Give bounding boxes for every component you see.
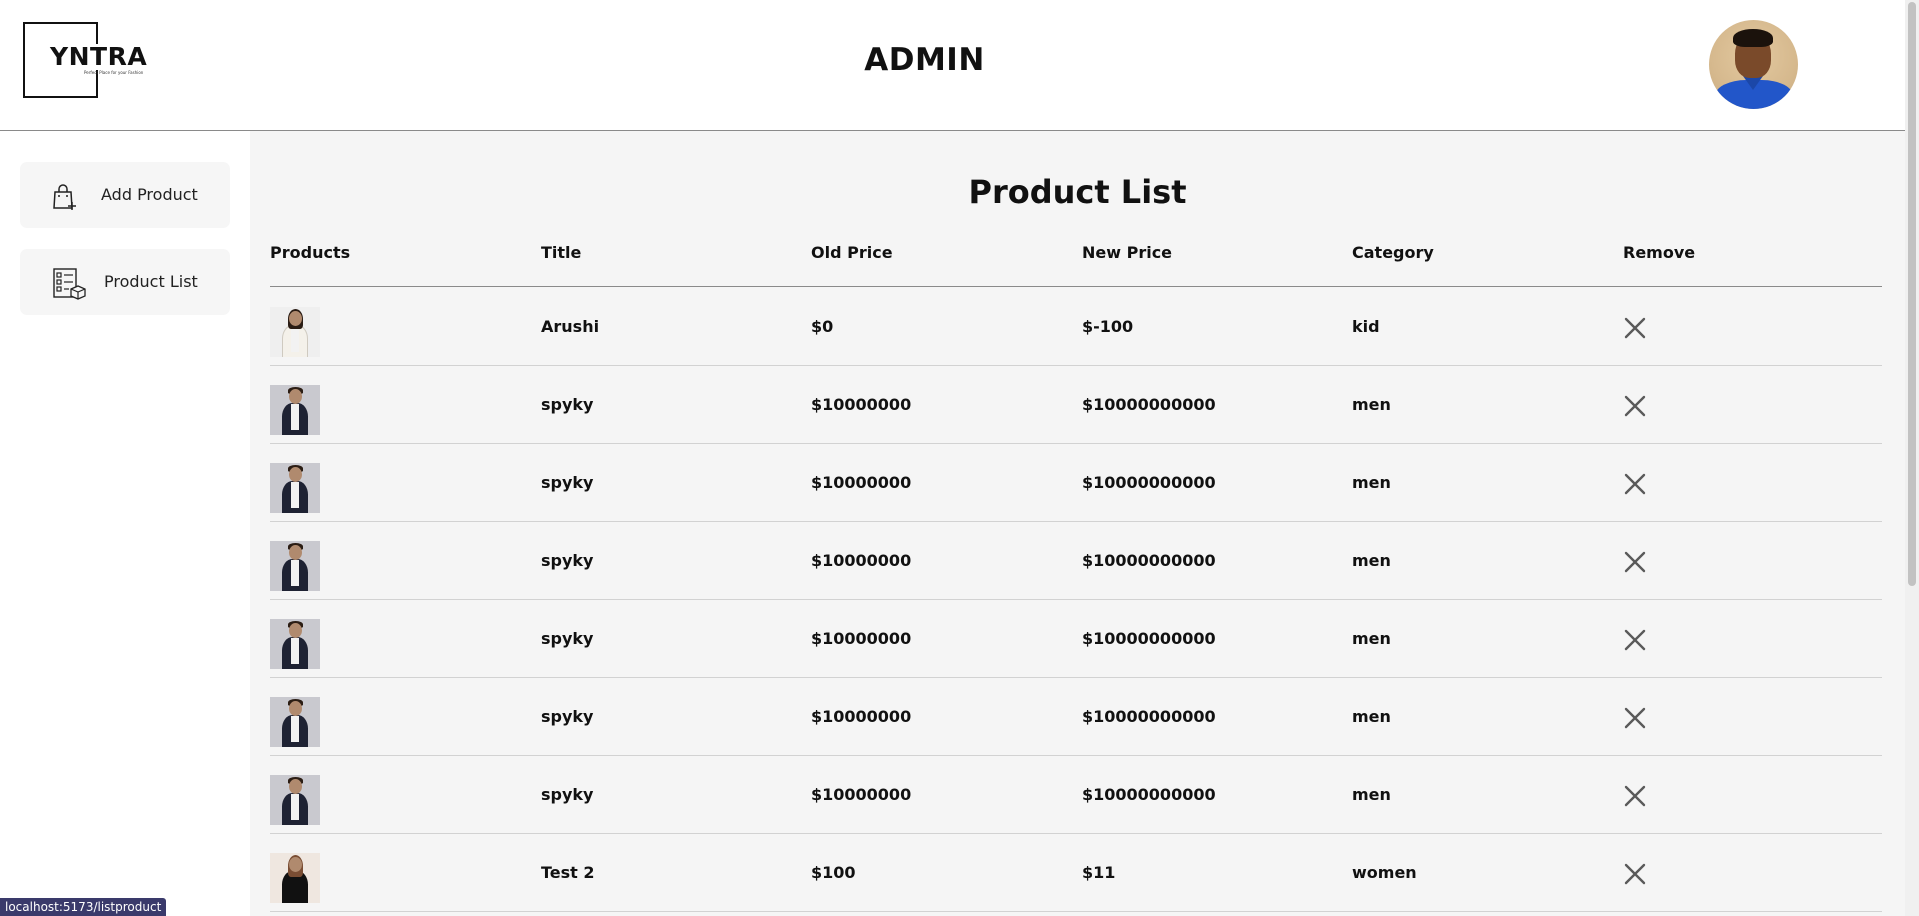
table-row: spyky $10000000 $10000000000 men [270, 756, 1882, 834]
product-category: men [1352, 707, 1391, 726]
product-new-price: $10000000000 [1082, 629, 1216, 648]
product-thumbnail [270, 853, 320, 903]
table-row: Arushi $0 $-100 kid [270, 288, 1882, 366]
table-header: Products Title Old Price New Price Categ… [270, 243, 1882, 287]
column-header-products: Products [270, 243, 351, 262]
product-list-icon [52, 267, 86, 305]
admin-page: YNTRA Perfect Place for your Fashion ADM… [0, 0, 1919, 916]
remove-icon[interactable] [1624, 317, 1646, 339]
product-thumbnail [270, 463, 320, 513]
product-title: spyky [541, 707, 594, 726]
remove-icon[interactable] [1624, 785, 1646, 807]
product-old-price: $10000000 [811, 785, 912, 804]
product-category: men [1352, 785, 1391, 804]
product-old-price: $10000000 [811, 707, 912, 726]
thumbnail-figure-head [289, 701, 302, 716]
thumbnail-figure-shirt [291, 794, 299, 820]
shopping-bag-add-icon [52, 183, 78, 215]
product-new-price: $10000000000 [1082, 551, 1216, 570]
thumbnail-figure-shirt [291, 560, 299, 586]
product-category: kid [1352, 317, 1380, 336]
column-header-title: Title [541, 243, 582, 262]
product-new-price: $10000000000 [1082, 785, 1216, 804]
top-navbar: YNTRA Perfect Place for your Fashion ADM… [0, 0, 1905, 131]
product-old-price: $0 [811, 317, 834, 336]
product-thumbnail [270, 619, 320, 669]
product-old-price: $100 [811, 863, 856, 882]
product-thumbnail [270, 541, 320, 591]
product-new-price: $10000000000 [1082, 473, 1216, 492]
product-thumbnail [270, 385, 320, 435]
product-title: spyky [541, 551, 594, 570]
product-title: Arushi [541, 317, 600, 336]
thumbnail-figure-head [289, 545, 302, 560]
sidebar-item-label: Add Product [101, 185, 198, 204]
column-header-new-price: New Price [1082, 243, 1173, 262]
product-new-price: $10000000000 [1082, 395, 1216, 414]
thumbnail-figure-shirt [291, 482, 299, 508]
thumbnail-figure-shirt [291, 404, 299, 430]
thumbnail-figure-shirt [291, 638, 299, 664]
thumbnail-figure-head [289, 857, 302, 872]
product-category: men [1352, 629, 1391, 648]
column-header-old-price: Old Price [811, 243, 893, 262]
table-row: spyky $10000000 $10000000000 men [270, 600, 1882, 678]
remove-icon[interactable] [1624, 707, 1646, 729]
product-list-panel: Product List Products Title Old Price Ne… [250, 131, 1905, 916]
table-row: spyky $10000000 $10000000000 men [270, 522, 1882, 600]
product-new-price: $-100 [1082, 317, 1134, 336]
table-row: spyky $10000000 $10000000000 men [270, 444, 1882, 522]
product-thumbnail [270, 307, 320, 357]
product-old-price: $10000000 [811, 551, 912, 570]
remove-icon[interactable] [1624, 551, 1646, 573]
product-thumbnail [270, 775, 320, 825]
thumbnail-figure-shirt [291, 716, 299, 742]
thumbnail-figure-head [289, 311, 302, 326]
product-new-price: $11 [1082, 863, 1116, 882]
table-row: Test 2 $100 $11 women [270, 834, 1882, 912]
product-category: men [1352, 395, 1391, 414]
remove-icon[interactable] [1624, 863, 1646, 885]
thumbnail-figure-head [289, 467, 302, 482]
product-title: spyky [541, 473, 594, 492]
product-title: spyky [541, 785, 594, 804]
product-category: men [1352, 473, 1391, 492]
page-title: Product List [968, 173, 1187, 211]
product-thumbnail [270, 697, 320, 747]
thumbnail-figure-head [289, 623, 302, 638]
remove-icon[interactable] [1624, 395, 1646, 417]
sidebar: Add Product Product List [0, 131, 250, 916]
product-title: spyky [541, 395, 594, 414]
thumbnail-figure-head [289, 389, 302, 404]
page-header-title: ADMIN [864, 42, 985, 78]
table-row: spyky $10000000 $10000000000 men [270, 366, 1882, 444]
product-category: women [1352, 863, 1417, 882]
remove-icon[interactable] [1624, 473, 1646, 495]
product-title: spyky [541, 629, 594, 648]
sidebar-item-label: Product List [104, 272, 198, 291]
vertical-scrollbar[interactable] [1905, 0, 1919, 916]
thumbnail-figure-head [289, 779, 302, 794]
table-row: spyky $10000000 $10000000000 men [270, 678, 1882, 756]
product-new-price: $10000000000 [1082, 707, 1216, 726]
product-title: Test 2 [541, 863, 595, 882]
status-bar-url: localhost:5173/listproduct [0, 898, 167, 916]
product-old-price: $10000000 [811, 395, 912, 414]
sidebar-item-product-list[interactable]: Product List [20, 249, 230, 315]
scrollbar-thumb[interactable] [1908, 2, 1916, 586]
sidebar-item-add-product[interactable]: Add Product [20, 162, 230, 228]
column-header-category: Category [1352, 243, 1434, 262]
product-old-price: $10000000 [811, 473, 912, 492]
remove-icon[interactable] [1624, 629, 1646, 651]
profile-avatar[interactable] [1709, 20, 1798, 109]
product-category: men [1352, 551, 1391, 570]
product-old-price: $10000000 [811, 629, 912, 648]
thumbnail-figure-shirt [291, 326, 299, 352]
avatar-hair [1733, 29, 1773, 47]
column-header-remove: Remove [1623, 243, 1696, 262]
